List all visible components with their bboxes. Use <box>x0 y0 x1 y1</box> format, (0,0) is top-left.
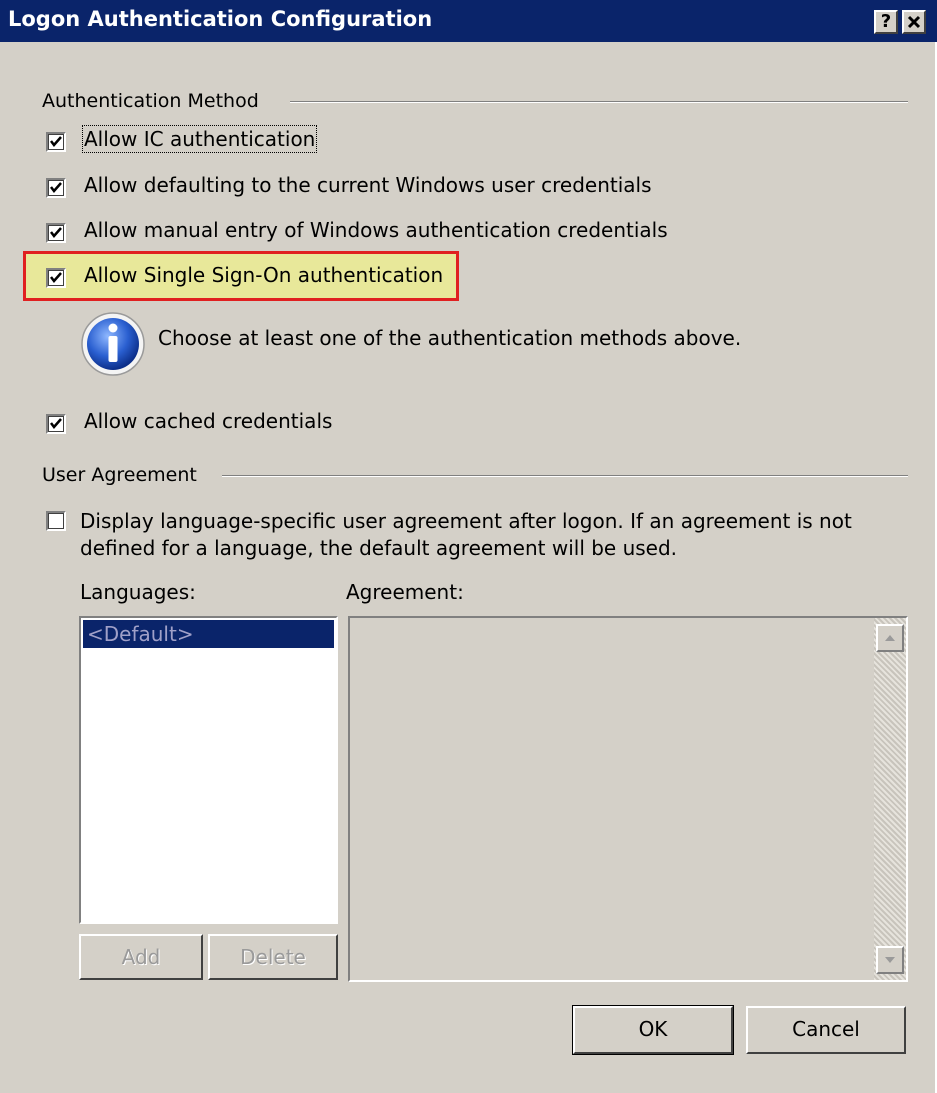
auth-method-divider <box>290 101 908 103</box>
languages-label: Languages: <box>80 580 196 604</box>
checkbox-label: Allow IC authentication <box>81 125 318 153</box>
checkbox-box[interactable] <box>46 223 66 243</box>
checkbox-label: Allow defaulting to the current Windows … <box>84 173 652 197</box>
add-button[interactable]: Add <box>79 934 203 980</box>
checkbox-label: Display language-specific user agreement… <box>80 509 852 560</box>
vertical-scrollbar[interactable] <box>874 618 906 980</box>
agreement-textarea[interactable] <box>348 616 908 982</box>
checkbox-label: Allow cached credentials <box>84 409 333 433</box>
close-icon <box>907 15 921 29</box>
close-button[interactable] <box>902 10 926 34</box>
checkbox-box[interactable] <box>46 268 66 288</box>
checkbox-box[interactable] <box>46 132 66 152</box>
languages-listbox[interactable]: <Default> <box>79 616 338 924</box>
cancel-button[interactable]: Cancel <box>746 1006 906 1054</box>
checkbox-label: Allow manual entry of Windows authentica… <box>84 218 668 242</box>
title-bar[interactable]: Logon Authentication Configuration ? <box>0 0 937 42</box>
user-agreement-divider <box>222 475 908 477</box>
scroll-up-button[interactable] <box>876 624 904 652</box>
ok-button[interactable]: OK <box>572 1005 734 1055</box>
checkbox-label: Allow Single Sign-On authentication <box>84 263 444 287</box>
checkbox-box[interactable] <box>46 178 66 198</box>
dialog-window: Logon Authentication Configuration ? Aut… <box>0 0 937 1093</box>
agreement-label: Agreement: <box>346 580 464 604</box>
user-agreement-group-label: User Agreement <box>42 464 197 486</box>
info-message: Choose at least one of the authenticatio… <box>158 326 742 350</box>
checkbox-box[interactable] <box>46 414 66 434</box>
help-button[interactable]: ? <box>874 10 898 34</box>
scroll-down-button[interactable] <box>876 946 904 974</box>
check-icon <box>50 136 62 147</box>
arrow-up-icon <box>885 635 895 641</box>
check-icon <box>50 182 62 193</box>
check-icon <box>50 227 62 238</box>
checkbox-box[interactable] <box>46 511 66 531</box>
check-icon <box>50 418 62 429</box>
info-icon <box>81 312 145 376</box>
list-item[interactable]: <Default> <box>83 620 334 648</box>
check-icon <box>50 272 62 283</box>
auth-method-group-label: Authentication Method <box>42 90 259 112</box>
arrow-down-icon <box>885 957 895 963</box>
window-title: Logon Authentication Configuration <box>8 7 433 31</box>
delete-button[interactable]: Delete <box>208 934 338 980</box>
